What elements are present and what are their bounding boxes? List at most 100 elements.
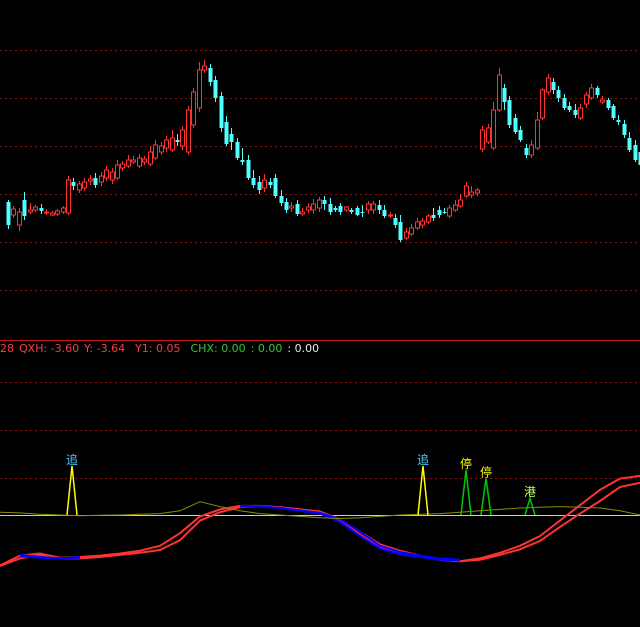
- candle-body-up: [33, 206, 38, 211]
- candlestick-series: [6, 60, 640, 242]
- candle-body-down: [284, 202, 289, 210]
- candle-body-up: [409, 227, 414, 235]
- candle-body-down: [333, 208, 338, 210]
- candle-body-down: [175, 140, 180, 142]
- indicator-line-1: [0, 481, 640, 567]
- signal-spike: [460, 470, 472, 516]
- candle-body-down: [251, 178, 256, 185]
- candle-body-up: [202, 65, 207, 71]
- candle-body-up: [159, 145, 164, 153]
- candle-body-up: [546, 77, 551, 93]
- candle-body-down: [257, 182, 262, 190]
- candle-body-down: [6, 202, 11, 225]
- candle-body-down: [213, 80, 218, 98]
- candle-body-up: [491, 109, 496, 149]
- candle-body-up: [11, 208, 16, 216]
- candle-body-up: [480, 129, 485, 150]
- candle-body-down: [633, 145, 638, 160]
- candle-body-up: [486, 127, 491, 143]
- candle-body-down: [240, 160, 245, 162]
- candle-body-up: [475, 189, 480, 194]
- candle-body-down: [355, 208, 360, 215]
- candle-body-up: [55, 210, 60, 215]
- legend-y: Y: -3.64: [84, 342, 126, 355]
- candle-body-up: [458, 199, 463, 207]
- candle-body-up: [344, 206, 349, 211]
- signal-label: 追: [66, 452, 78, 467]
- candle-body-up: [115, 164, 120, 179]
- price-grid: [0, 50, 640, 291]
- signal-spike: [66, 465, 78, 516]
- candle-body-down: [246, 160, 251, 178]
- legend-chx: CHX: 0.00: [190, 342, 246, 355]
- candle-body-up: [120, 163, 125, 169]
- signal-label: 港: [524, 485, 536, 499]
- candle-body-up: [388, 214, 393, 217]
- indicator-line-0: [0, 474, 640, 567]
- candle-body-up: [366, 203, 371, 211]
- legend-period: 28: [0, 342, 14, 355]
- candle-body-up: [464, 185, 469, 197]
- candle-body-down: [219, 96, 224, 128]
- candle-body-up: [289, 205, 294, 209]
- candle-body-down: [279, 196, 284, 203]
- legend-qxh: QXH: -3.60: [19, 342, 80, 355]
- candle-body-down: [71, 182, 76, 186]
- candle-body-up: [170, 137, 175, 151]
- candle-body-up: [99, 175, 104, 183]
- candle-body-up: [600, 99, 605, 103]
- candle-body-up: [164, 139, 169, 149]
- candle-body-up: [453, 204, 458, 211]
- signal-spike: [480, 478, 492, 516]
- candle-body-up: [153, 144, 158, 159]
- candle-body-up: [61, 207, 66, 213]
- candle-body-down: [556, 90, 561, 98]
- candle-body-up: [262, 179, 267, 189]
- signal-label: 追: [417, 452, 429, 467]
- signal-markers: 追追停停港: [66, 452, 536, 516]
- candle-body-up: [300, 211, 305, 215]
- candle-body-down: [437, 210, 442, 215]
- candle-body-up: [371, 203, 376, 211]
- candle-body-up: [104, 169, 109, 179]
- candle-body-down: [562, 98, 567, 108]
- candle-body-up: [535, 119, 540, 149]
- candle-body-down: [224, 122, 229, 144]
- candle-body-down: [567, 106, 572, 110]
- candle-body-down: [611, 106, 616, 118]
- indicator-line-2: [19, 504, 461, 562]
- candle-body-down: [622, 124, 627, 135]
- candle-body-up: [66, 179, 71, 214]
- candle-body-up: [589, 87, 594, 99]
- candle-body-up: [426, 215, 431, 223]
- candle-body-down: [377, 205, 382, 210]
- candle-body-up: [306, 206, 311, 211]
- candle-body-down: [295, 204, 300, 214]
- candle-body-up: [17, 211, 22, 226]
- candle-body-down: [360, 212, 365, 213]
- signal-label: 停: [460, 456, 472, 471]
- candle-body-up: [137, 157, 142, 167]
- indicator-grid: [0, 382, 640, 516]
- candle-body-up: [142, 158, 147, 163]
- candle-body-down: [39, 208, 44, 211]
- candle-body-down: [573, 110, 578, 115]
- candle-body-down: [606, 100, 611, 108]
- candle-body-down: [393, 218, 398, 225]
- legend-y1: Y1: 0.05: [135, 342, 181, 355]
- candle-body-down: [273, 178, 278, 196]
- candle-body-up: [82, 181, 87, 189]
- candle-body-down: [518, 130, 523, 140]
- candle-body-down: [322, 200, 327, 204]
- candle-body-up: [126, 159, 131, 167]
- candle-body-up: [404, 231, 409, 239]
- candle-body-down: [616, 120, 621, 122]
- candle-body-down: [235, 142, 240, 158]
- candle-body-down: [208, 68, 213, 82]
- candle-body-down: [268, 182, 273, 185]
- candle-body-up: [191, 91, 196, 126]
- candle-body-up: [131, 159, 136, 163]
- candle-body-up: [469, 191, 474, 196]
- candle-body-up: [77, 183, 82, 191]
- candle-body-up: [197, 69, 202, 109]
